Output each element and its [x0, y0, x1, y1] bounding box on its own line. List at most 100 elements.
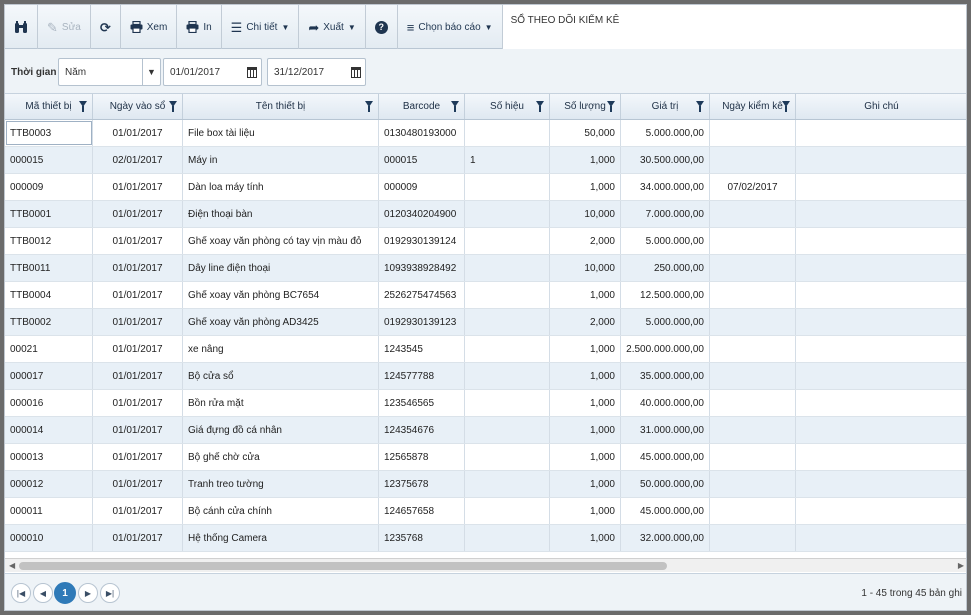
- cell-value[interactable]: 12.500.000,00: [621, 282, 710, 308]
- cell-audit-date[interactable]: [710, 363, 796, 389]
- cell-serial-number[interactable]: [465, 444, 550, 470]
- cell-note[interactable]: [796, 255, 966, 281]
- cell-barcode[interactable]: 0192930139123: [379, 309, 465, 335]
- scroll-left-icon[interactable]: ◀: [9, 561, 15, 570]
- cell-quantity[interactable]: 1,000: [550, 390, 621, 416]
- cell-value[interactable]: 250.000,00: [621, 255, 710, 281]
- cell-device-name[interactable]: Giá đựng đồ cá nhân: [183, 417, 379, 443]
- cell-audit-date[interactable]: [710, 471, 796, 497]
- cell-audit-date[interactable]: [710, 201, 796, 227]
- cell-entry-date[interactable]: 01/01/2017: [93, 282, 183, 308]
- cell-value[interactable]: 5.000.000,00: [621, 309, 710, 335]
- cell-audit-date[interactable]: [710, 417, 796, 443]
- cell-audit-date[interactable]: [710, 282, 796, 308]
- cell-device-name[interactable]: Máy in: [183, 147, 379, 173]
- table-row[interactable]: TTB0011 01/01/2017 Dây line điện thoại 1093…: [5, 255, 966, 282]
- table-row[interactable]: TTB0004 01/01/2017 Ghế xoay văn phòng BC76…: [5, 282, 966, 309]
- cell-quantity[interactable]: 10,000: [550, 201, 621, 227]
- cell-value[interactable]: 2.500.000.000,00: [621, 336, 710, 362]
- column-header-serial-number[interactable]: Số hiệu: [465, 94, 550, 119]
- cell-audit-date[interactable]: [710, 309, 796, 335]
- table-row[interactable]: 000015 02/01/2017 Máy in 000015 1 1,000 30.500…: [5, 147, 966, 174]
- cell-device-code[interactable]: 00021: [5, 336, 93, 362]
- cell-value[interactable]: 35.000.000,00: [621, 363, 710, 389]
- cell-device-name[interactable]: File box tài liệu: [183, 120, 379, 146]
- cell-entry-date[interactable]: 01/01/2017: [93, 228, 183, 254]
- cell-serial-number[interactable]: [465, 525, 550, 551]
- cell-audit-date[interactable]: [710, 228, 796, 254]
- cell-entry-date[interactable]: 01/01/2017: [93, 417, 183, 443]
- detail-dropdown-button[interactable]: ☰ Chi tiết ▼: [222, 5, 300, 49]
- cell-quantity[interactable]: 1,000: [550, 282, 621, 308]
- table-row[interactable]: 000009 01/01/2017 Dàn loa máy tính 000009 1,…: [5, 174, 966, 201]
- cell-serial-number[interactable]: [465, 255, 550, 281]
- cell-note[interactable]: [796, 444, 966, 470]
- to-date-input[interactable]: 31/12/2017: [267, 58, 366, 86]
- calendar-icon[interactable]: [243, 59, 261, 85]
- cell-serial-number[interactable]: [465, 336, 550, 362]
- cell-note[interactable]: [796, 525, 966, 551]
- column-header-quantity[interactable]: Số lượng: [550, 94, 621, 119]
- cell-device-name[interactable]: Điện thoại bàn: [183, 201, 379, 227]
- table-row[interactable]: 00021 01/01/2017 xe nâng 1243545 1,000 2.500.…: [5, 336, 966, 363]
- next-page-button[interactable]: ▶: [78, 583, 98, 603]
- column-header-value[interactable]: Giá trị: [621, 94, 710, 119]
- cell-device-code[interactable]: TTB0011: [5, 255, 93, 281]
- cell-device-code[interactable]: TTB0012: [5, 228, 93, 254]
- cell-device-code[interactable]: TTB0004: [5, 282, 93, 308]
- cell-device-code[interactable]: 000016: [5, 390, 93, 416]
- cell-serial-number[interactable]: [465, 120, 550, 146]
- cell-serial-number[interactable]: [465, 228, 550, 254]
- cell-device-code[interactable]: TTB0002: [5, 309, 93, 335]
- filter-icon[interactable]: [696, 101, 704, 112]
- cell-audit-date[interactable]: [710, 498, 796, 524]
- table-row[interactable]: TTB0001 01/01/2017 Điện thoại bàn 012034020…: [5, 201, 966, 228]
- cell-device-name[interactable]: Dàn loa máy tính: [183, 174, 379, 200]
- cell-device-code[interactable]: 000012: [5, 471, 93, 497]
- cell-value[interactable]: 34.000.000,00: [621, 174, 710, 200]
- cell-entry-date[interactable]: 01/01/2017: [93, 471, 183, 497]
- cell-quantity[interactable]: 1,000: [550, 147, 621, 173]
- table-row[interactable]: 000012 01/01/2017 Tranh treo tường 12375678…: [5, 471, 966, 498]
- cell-barcode[interactable]: 124577788: [379, 363, 465, 389]
- cell-serial-number[interactable]: [465, 309, 550, 335]
- filter-icon[interactable]: [79, 101, 87, 112]
- table-row[interactable]: 000017 01/01/2017 Bộ cửa sổ 124577788 1,000 3…: [5, 363, 966, 390]
- cell-device-code[interactable]: 000011: [5, 498, 93, 524]
- cell-note[interactable]: [796, 498, 966, 524]
- cell-serial-number[interactable]: 1: [465, 147, 550, 173]
- table-row[interactable]: TTB0002 01/01/2017 Ghế xoay văn phòng AD34…: [5, 309, 966, 336]
- cell-quantity[interactable]: 1,000: [550, 444, 621, 470]
- cell-value[interactable]: 31.000.000,00: [621, 417, 710, 443]
- table-row[interactable]: 000010 01/01/2017 Hệ thống Camera 1235768 1,…: [5, 525, 966, 552]
- filter-icon[interactable]: [169, 101, 177, 112]
- cell-audit-date[interactable]: [710, 336, 796, 362]
- cell-entry-date[interactable]: 01/01/2017: [93, 444, 183, 470]
- cell-serial-number[interactable]: [465, 417, 550, 443]
- cell-quantity[interactable]: 1,000: [550, 471, 621, 497]
- cell-entry-date[interactable]: 01/01/2017: [93, 255, 183, 281]
- cell-value[interactable]: 45.000.000,00: [621, 498, 710, 524]
- table-row[interactable]: 000016 01/01/2017 Bồn rửa mặt 123546565 1,00…: [5, 390, 966, 417]
- cell-device-code[interactable]: 000015: [5, 147, 93, 173]
- cell-quantity[interactable]: 1,000: [550, 363, 621, 389]
- page-1-button[interactable]: 1: [54, 582, 76, 604]
- cell-entry-date[interactable]: 01/01/2017: [93, 174, 183, 200]
- cell-note[interactable]: [796, 363, 966, 389]
- cell-audit-date[interactable]: 07/02/2017: [710, 174, 796, 200]
- refresh-button[interactable]: ⟳: [91, 5, 121, 49]
- cell-value[interactable]: 7.000.000,00: [621, 201, 710, 227]
- cell-device-code[interactable]: 000009: [5, 174, 93, 200]
- filter-icon[interactable]: [365, 101, 373, 112]
- cell-device-code[interactable]: TTB0003: [5, 120, 93, 146]
- edit-button[interactable]: ✎ Sửa: [38, 5, 91, 49]
- export-dropdown-button[interactable]: ➦ Xuất ▼: [299, 5, 366, 49]
- column-header-barcode[interactable]: Barcode: [379, 94, 465, 119]
- find-button[interactable]: [5, 5, 38, 49]
- chevron-down-icon[interactable]: ▼: [142, 59, 160, 85]
- cell-serial-number[interactable]: [465, 471, 550, 497]
- table-row[interactable]: 000014 01/01/2017 Giá đựng đồ cá nhân 12435…: [5, 417, 966, 444]
- cell-barcode[interactable]: 12565878: [379, 444, 465, 470]
- cell-serial-number[interactable]: [465, 282, 550, 308]
- cell-device-name[interactable]: Bộ cánh cửa chính: [183, 498, 379, 524]
